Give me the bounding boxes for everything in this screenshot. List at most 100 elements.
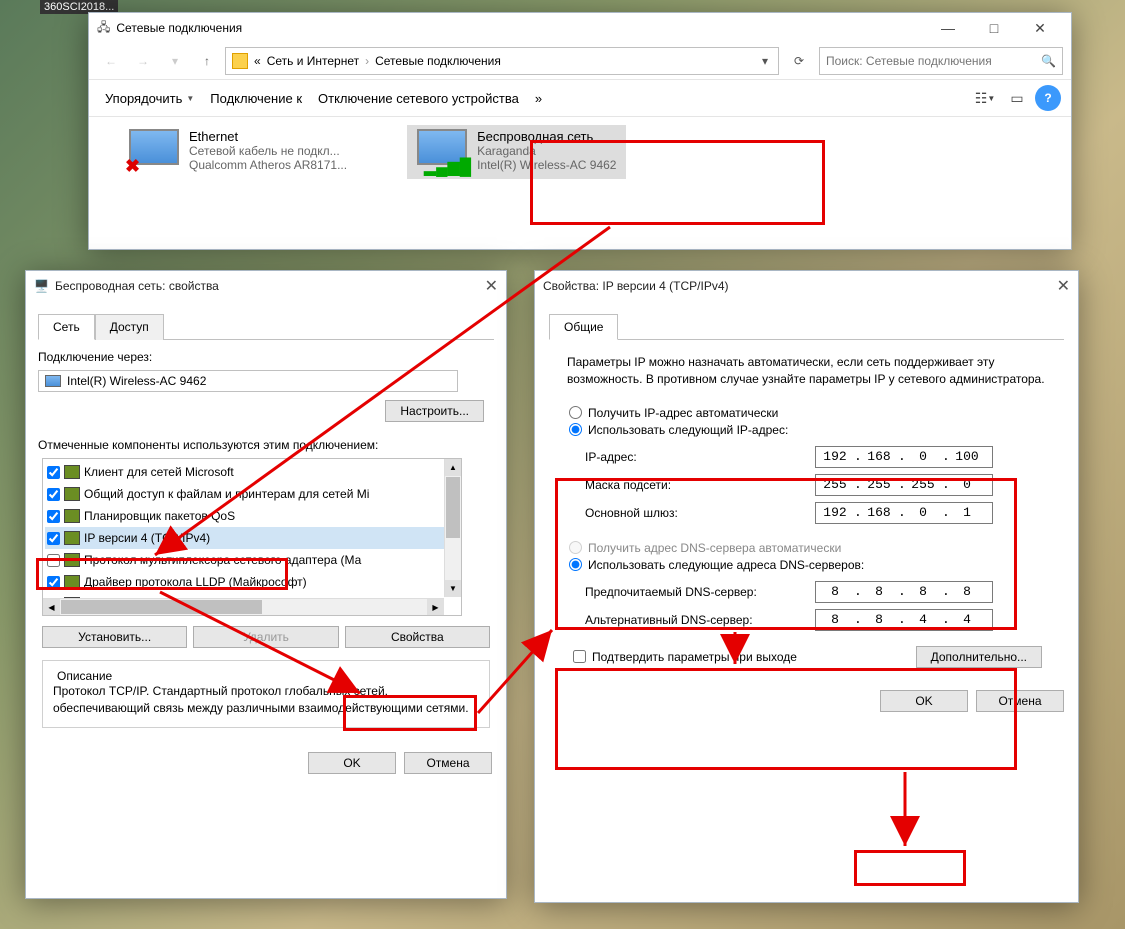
forward-button[interactable]: → (129, 47, 157, 75)
signal-bars-icon: ▂▄▆█ (424, 157, 471, 177)
adapter-name: Intel(R) Wireless-AC 9462 (67, 374, 206, 388)
minimize-button[interactable]: — (925, 13, 971, 43)
ip-label: IP-адрес: (585, 450, 815, 464)
cancel-button[interactable]: Отмена (404, 752, 492, 774)
wifi-icon: ▂▄▆█ (417, 129, 467, 175)
adapter-combo[interactable]: Intel(R) Wireless-AC 9462 (38, 370, 458, 392)
breadcrumb-dropdown[interactable]: ▾ (758, 54, 772, 68)
view-options-button[interactable]: ☷▼ (971, 84, 999, 112)
chevron-right-icon: › (365, 54, 369, 68)
dns2-input[interactable]: 8.8.4.4 (815, 609, 993, 631)
ipv4-properties-dialog: Свойства: IP версии 4 (TCP/IPv4) ✕ Общие… (534, 270, 1079, 903)
up-button[interactable]: ↑ (193, 47, 221, 75)
advanced-button[interactable]: Дополнительно... (916, 646, 1042, 668)
search-icon[interactable]: 🔍 (1041, 54, 1056, 68)
close-button[interactable]: ✕ (1017, 13, 1063, 43)
component-icon (64, 465, 80, 479)
radio-dns-manual[interactable]: Использовать следующие адреса DNS-сервер… (569, 558, 1044, 572)
properties-button[interactable]: Свойства (345, 626, 490, 648)
list-item[interactable]: Протокол мультиплексора сетевого адаптер… (45, 549, 459, 571)
adapter-icon (45, 375, 61, 387)
details-pane-button[interactable]: ▭ (1003, 84, 1031, 112)
configure-button[interactable]: Настроить... (385, 400, 484, 422)
vertical-scrollbar[interactable]: ▲▼ (444, 459, 461, 597)
help-button[interactable]: ? (1035, 85, 1061, 111)
mask-input[interactable]: 255.255.255.0 (815, 474, 993, 496)
list-item[interactable]: Общий доступ к файлам и принтерам для се… (45, 483, 459, 505)
close-button[interactable]: ✕ (1057, 276, 1070, 296)
breadcrumb[interactable]: « Сеть и Интернет › Сетевые подключения … (225, 47, 779, 75)
component-icon (64, 509, 80, 523)
conn-status: Сетевой кабель не подкл... (189, 144, 347, 158)
conn-adapter: Qualcomm Atheros AR8171... (189, 158, 347, 172)
toolbar-connect-to[interactable]: Подключение к (204, 87, 308, 110)
conn-name: Ethernet (189, 129, 347, 144)
components-listbox[interactable]: Клиент для сетей Microsoft Общий доступ … (42, 458, 462, 616)
disconnect-icon: ✖ (125, 156, 140, 177)
toolbar-organize[interactable]: Упорядочить▼ (99, 87, 200, 110)
bc-l1[interactable]: Сеть и Интернет (267, 54, 359, 68)
checkbox[interactable] (573, 650, 586, 663)
back-button[interactable]: ← (97, 47, 125, 75)
ip-input[interactable]: 192.168.0.100 (815, 446, 993, 468)
checkbox[interactable] (47, 466, 60, 479)
radio[interactable] (569, 423, 582, 436)
radio-ip-auto[interactable]: Получить IP-адрес автоматически (569, 406, 1044, 420)
checkbox[interactable] (47, 532, 60, 545)
gateway-input[interactable]: 192.168.0.1 (815, 502, 993, 524)
dns2-label: Альтернативный DNS-сервер: (585, 613, 815, 627)
conn-name: Беспроводная сеть (477, 129, 616, 144)
search-box[interactable]: 🔍 (819, 47, 1063, 75)
explorer-window: 🖧 Сетевые подключения — □ ✕ ← → ▾ ↑ « Се… (88, 12, 1072, 250)
bc-root[interactable]: « (254, 54, 261, 68)
network-icon: 🖧 (97, 18, 110, 39)
list-item[interactable]: Драйвер протокола LLDP (Майкрософт) (45, 571, 459, 593)
search-input[interactable] (826, 54, 1041, 68)
ethernet-icon: ✖ (129, 129, 179, 175)
close-button[interactable]: ✕ (485, 276, 498, 296)
folder-icon (232, 53, 248, 69)
dialog-titlebar[interactable]: Свойства: IP версии 4 (TCP/IPv4) ✕ (535, 271, 1078, 301)
label-components: Отмеченные компоненты используются этим … (38, 438, 494, 452)
dialog-title: Свойства: IP версии 4 (TCP/IPv4) (543, 279, 729, 293)
toolbar-disable-device[interactable]: Отключение сетевого устройства (312, 87, 525, 110)
connection-ethernet[interactable]: ✖ Ethernet Сетевой кабель не подкл... Qu… (119, 125, 357, 179)
checkbox[interactable] (47, 576, 60, 589)
tab-network[interactable]: Сеть (38, 314, 95, 340)
radio (569, 541, 582, 554)
recent-dropdown[interactable]: ▾ (161, 47, 189, 75)
radio-ip-manual[interactable]: Использовать следующий IP-адрес: (569, 423, 1044, 437)
component-icon (64, 487, 80, 501)
horizontal-scrollbar[interactable]: ◀▶ (43, 598, 444, 615)
list-item-ipv4[interactable]: IP версии 4 (TCP/IPv4) (45, 527, 459, 549)
nic-icon: 🖥️ (34, 279, 49, 293)
remove-button[interactable]: Удалить (193, 626, 338, 648)
bc-l2[interactable]: Сетевые подключения (375, 54, 501, 68)
ok-button[interactable]: OK (308, 752, 396, 774)
conn-ssid: Karaganda (477, 144, 616, 158)
radio[interactable] (569, 406, 582, 419)
description-title: Описание (53, 669, 116, 683)
toolbar-more[interactable]: » (529, 87, 548, 110)
checkbox[interactable] (47, 554, 60, 567)
description-text: Протокол TCP/IP. Стандартный протокол гл… (53, 683, 479, 717)
checkbox[interactable] (47, 488, 60, 501)
cancel-button[interactable]: Отмена (976, 690, 1064, 712)
component-icon (64, 575, 80, 589)
dns1-input[interactable]: 8.8.8.8 (815, 581, 993, 603)
checkbox[interactable] (47, 510, 60, 523)
refresh-button[interactable]: ⟳ (785, 47, 813, 75)
install-button[interactable]: Установить... (42, 626, 187, 648)
dns1-label: Предпочитаемый DNS-сервер: (585, 585, 815, 599)
radio[interactable] (569, 558, 582, 571)
ok-button[interactable]: OK (880, 690, 968, 712)
window-titlebar[interactable]: 🖧 Сетевые подключения — □ ✕ (89, 13, 1071, 43)
component-icon (64, 531, 80, 545)
tab-access[interactable]: Доступ (95, 314, 164, 340)
dialog-titlebar[interactable]: 🖥️ Беспроводная сеть: свойства ✕ (26, 271, 506, 301)
list-item[interactable]: Клиент для сетей Microsoft (45, 461, 459, 483)
tab-general[interactable]: Общие (549, 314, 618, 340)
maximize-button[interactable]: □ (971, 13, 1017, 43)
connection-wifi[interactable]: ▂▄▆█ Беспроводная сеть Karaganda Intel(R… (407, 125, 626, 179)
list-item[interactable]: Планировщик пакетов QoS (45, 505, 459, 527)
